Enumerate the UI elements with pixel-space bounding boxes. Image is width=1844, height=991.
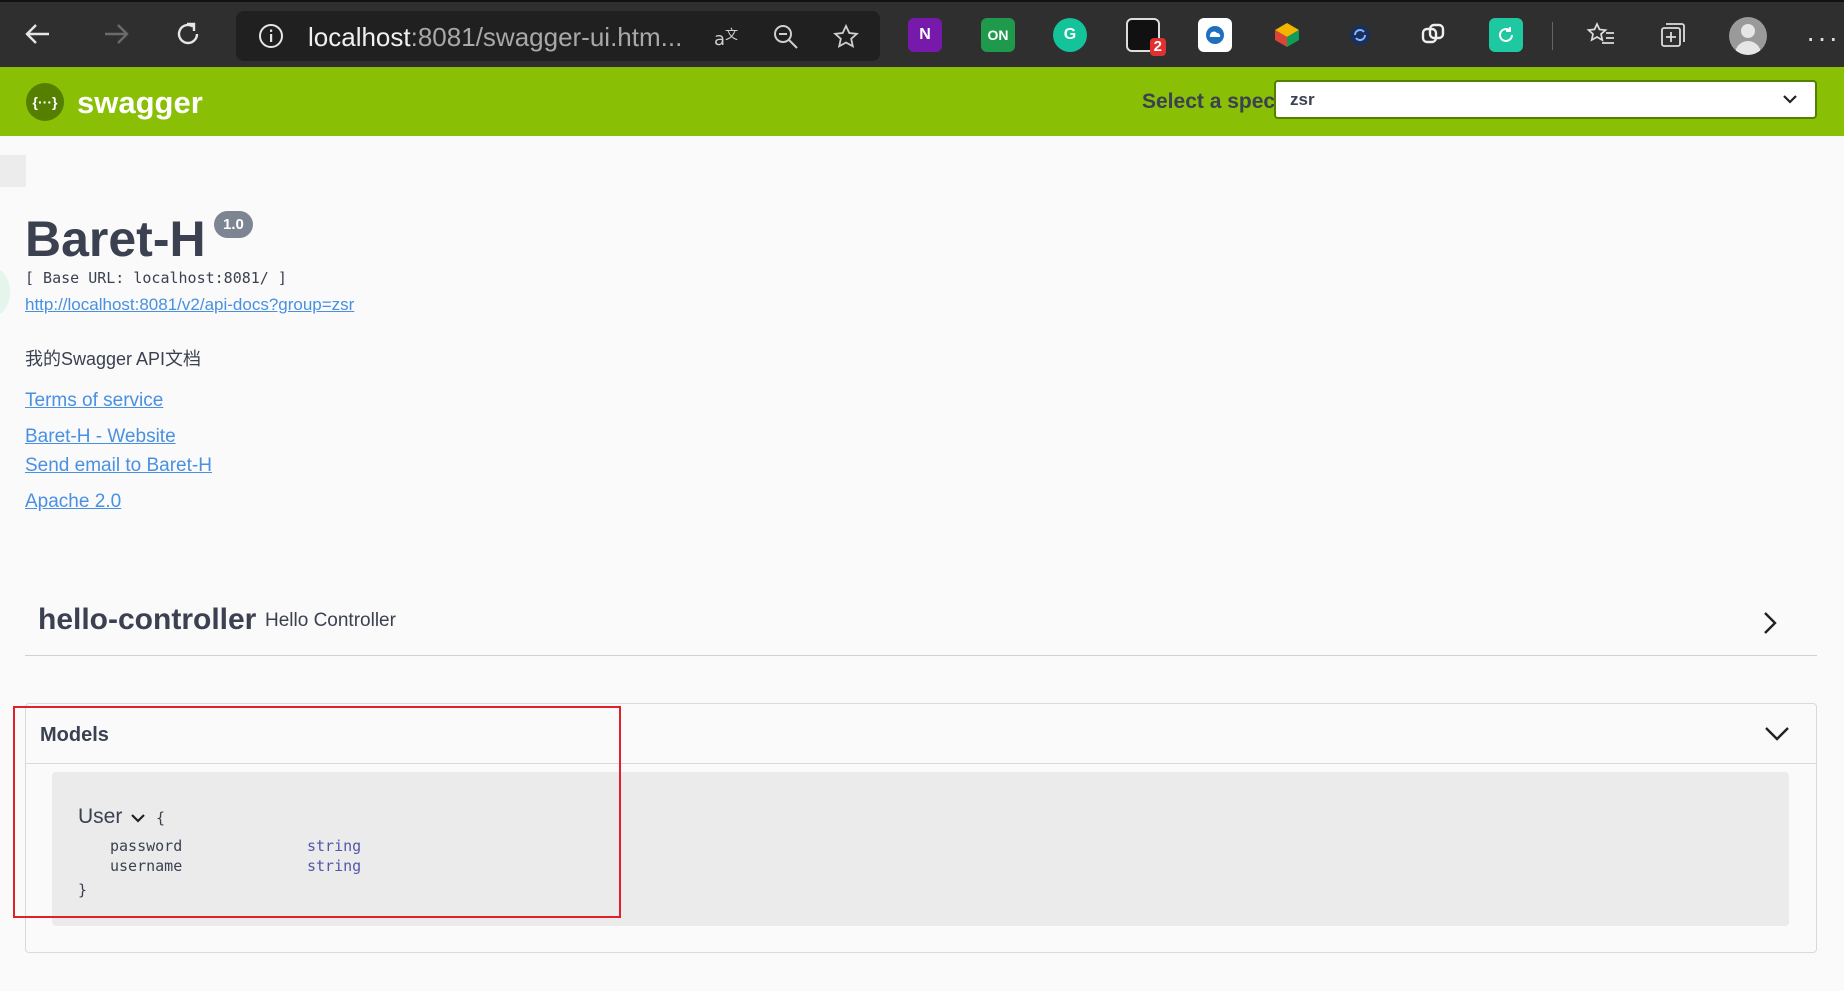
favorites-button[interactable] xyxy=(1584,18,1618,52)
refresh-icon xyxy=(1499,27,1513,42)
sync-icon xyxy=(1350,25,1370,45)
more-menu-icon[interactable]: ··· xyxy=(1806,22,1840,54)
spec-select-value: zsr xyxy=(1290,90,1315,109)
swagger-logo-icon[interactable]: {···} xyxy=(26,83,64,121)
cloud-extension-icon[interactable] xyxy=(1198,18,1232,52)
side-decoration xyxy=(0,268,10,316)
sync-extension-icon[interactable] xyxy=(1343,18,1377,52)
url-text[interactable]: localhost:8081/swagger-ui.htm... xyxy=(308,22,682,53)
chevron-right-icon[interactable] xyxy=(1759,610,1781,636)
swagger-topbar: {···} swagger Select a spec zsr xyxy=(0,67,1844,136)
version-badge: 1.0 xyxy=(214,211,253,238)
arrow-right-icon xyxy=(105,24,129,44)
refresh-extension-icon[interactable] xyxy=(1489,18,1523,52)
collections-icon xyxy=(1661,23,1685,47)
cube-icon xyxy=(1275,23,1299,47)
reload-icon xyxy=(177,22,199,45)
svg-text:文: 文 xyxy=(725,28,738,43)
on-extension-icon[interactable]: ON xyxy=(981,18,1015,52)
controller-name: hello-controller xyxy=(38,603,257,636)
terms-of-service-link[interactable]: Terms of service xyxy=(25,390,163,412)
checkbox-icon[interactable] xyxy=(0,155,26,187)
link-icon xyxy=(1421,23,1445,44)
favorites-icon xyxy=(1586,21,1614,44)
highlight-annotation-box xyxy=(13,706,621,918)
colorful-extension-icon[interactable] xyxy=(1270,18,1304,52)
api-docs-link[interactable]: http://localhost:8081/v2/api-docs?group=… xyxy=(25,295,354,315)
profile-avatar[interactable] xyxy=(1729,17,1767,55)
api-title: Baret-H xyxy=(25,211,206,267)
license-link[interactable]: Apache 2.0 xyxy=(25,491,121,513)
collections-button[interactable] xyxy=(1656,18,1690,52)
zoom-out-icon[interactable] xyxy=(772,23,800,51)
grammarly-extension-icon[interactable]: G xyxy=(1053,18,1087,52)
forward-button[interactable] xyxy=(94,12,138,56)
spec-label: Select a spec xyxy=(1142,90,1276,113)
spec-select[interactable]: zsr xyxy=(1274,80,1817,119)
reload-button[interactable] xyxy=(166,12,210,56)
cloud-icon xyxy=(1206,26,1224,44)
website-link[interactable]: Baret-H - Website xyxy=(25,426,176,448)
hello-controller-section[interactable]: hello-controller Hello Controller xyxy=(25,590,1817,656)
star-icon[interactable] xyxy=(832,23,860,51)
swagger-logo-text[interactable]: swagger xyxy=(77,85,203,121)
base-url: [ Base URL: localhost:8081/ ] xyxy=(25,269,287,287)
svg-text:a: a xyxy=(714,29,725,50)
toolbar-separator xyxy=(1552,22,1553,50)
link-extension-icon[interactable] xyxy=(1416,18,1450,52)
arrow-left-icon xyxy=(25,24,49,44)
onenote-extension-icon[interactable]: N xyxy=(908,18,942,52)
email-link[interactable]: Send email to Baret-H xyxy=(25,455,212,477)
browser-toolbar: localhost:8081/swagger-ui.htm... a文 N ON… xyxy=(0,0,1844,67)
chevron-down-icon xyxy=(1783,95,1797,104)
url-path: :8081/swagger-ui.htm... xyxy=(410,22,683,52)
api-description: 我的Swagger API文档 xyxy=(25,349,202,369)
chevron-down-icon[interactable] xyxy=(1764,725,1790,743)
url-host: localhost xyxy=(308,22,411,52)
badge-extension-icon[interactable]: 2 xyxy=(1126,18,1166,56)
back-button[interactable] xyxy=(16,12,60,56)
info-icon[interactable] xyxy=(258,23,284,49)
translate-icon[interactable]: a文 xyxy=(712,23,740,51)
controller-description: Hello Controller xyxy=(265,610,396,631)
address-bar[interactable]: localhost:8081/swagger-ui.htm... a文 xyxy=(236,11,880,61)
extension-badge: 2 xyxy=(1149,38,1166,56)
